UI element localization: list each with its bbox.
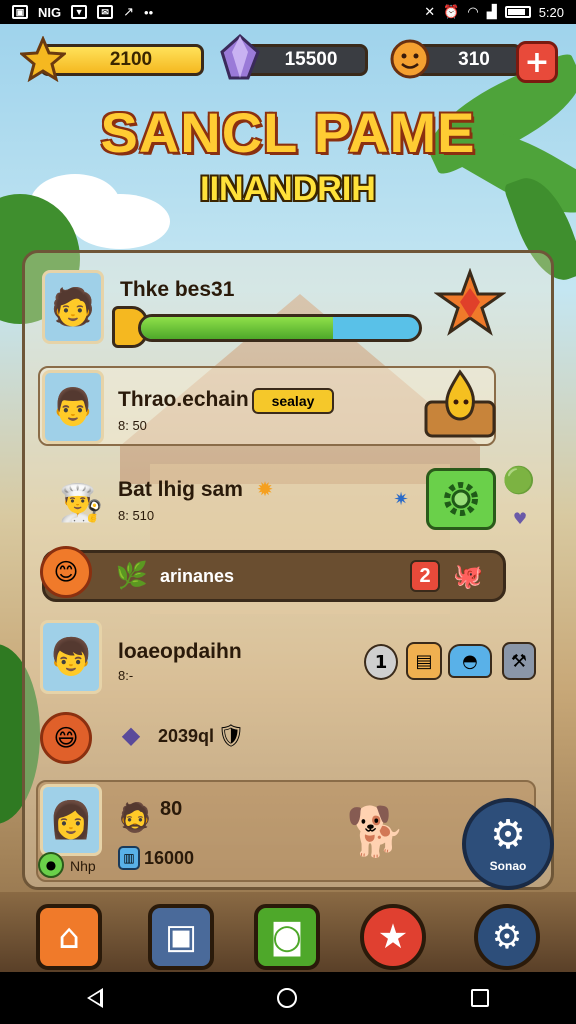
flower-badge-icon-2: 😄 <box>40 712 92 764</box>
green-coin-icon: ● <box>38 852 64 878</box>
man-avatar-icon: 🧔 <box>117 800 153 834</box>
gear-small-icon: ✷ <box>393 488 409 510</box>
character-avatar-2: 👦 <box>40 620 102 694</box>
system-nav-bar <box>0 972 576 1024</box>
tool-icon[interactable]: ⚒ <box>502 642 536 680</box>
home-circle-icon[interactable] <box>277 988 297 1008</box>
count-badge-text: 2 <box>419 564 431 587</box>
nav-shop-button[interactable]: ◙ <box>254 904 320 970</box>
signal-icon: ▟ <box>486 4 497 19</box>
fire-basket-icon[interactable] <box>420 366 500 442</box>
dog-icon[interactable]: 🐕 <box>346 796 406 866</box>
gear-icon: ⚙ <box>491 917 523 957</box>
gem-icon <box>218 34 262 82</box>
green-slime-icon: 🟢 <box>502 466 536 496</box>
more-dots-icon: •• <box>144 4 154 20</box>
wifi-icon: ◠ <box>467 4 479 19</box>
player-avatar[interactable]: 🧑 <box>42 270 104 344</box>
face-icon <box>388 36 432 82</box>
heart-icon: ♥ <box>512 508 528 528</box>
message-icon: ▼ <box>71 5 88 19</box>
gold-star-icon <box>20 36 66 82</box>
chest-icon[interactable]: ▤ <box>406 642 442 680</box>
backpack-icon: ▣ <box>164 917 198 957</box>
xp-progress-fill <box>141 317 333 339</box>
settings-button[interactable]: ⚙ Sonao <box>462 798 554 890</box>
nav-achievements-button[interactable]: ★ <box>360 904 426 970</box>
home-icon: ⌂ <box>58 917 80 957</box>
lives-value: 310 <box>458 49 490 70</box>
mail-icon: ✉ <box>97 5 114 19</box>
sun-icon: ✹ <box>256 477 274 501</box>
missed-call-icon: ↗ <box>123 4 135 19</box>
purple-creature-icon: ◆ <box>121 721 141 749</box>
pink-creature-icon: 🐙 <box>453 562 483 590</box>
bag-icon: ◙ <box>270 917 304 957</box>
row-2-sub: 8: 50 <box>118 418 147 433</box>
gold-value: 2100 <box>109 49 153 70</box>
row-5-sub: 8:- <box>118 668 134 683</box>
status-bar: ▣ NIG ▼ ✉ ↗ •• ✕ ⏰ ◠ ▟ 5:20 <box>0 0 576 24</box>
star-gem-icon[interactable] <box>434 268 506 340</box>
gear-icon: ⚙ <box>490 812 526 858</box>
row-3-label: Bat lhig sam <box>118 478 243 501</box>
status-text-nig: NIG <box>38 4 62 20</box>
row-2-badge-text: sealay <box>271 393 315 409</box>
water-jar-icon: ▥ <box>118 846 140 870</box>
character-avatar: 👨 <box>42 370 104 444</box>
character-avatar-3: 👩 <box>40 784 102 856</box>
avatar-caption: Nhp <box>70 858 96 874</box>
battery-icon <box>504 6 531 18</box>
settings-gear-green-button[interactable] <box>426 468 496 530</box>
star-icon: ★ <box>377 917 409 957</box>
back-icon[interactable] <box>87 988 103 1008</box>
nav-backpack-button[interactable]: ▣ <box>148 904 214 970</box>
level-counter-text: 1 <box>374 651 388 673</box>
game-subtitle: IINANDRIH <box>200 170 376 208</box>
nav-home-button[interactable]: ⌂ <box>36 904 102 970</box>
bottom-nav: ⌂ ▣ ◙ ★ ⚙ <box>0 892 576 972</box>
pot-icon[interactable]: ◓ <box>448 644 492 678</box>
add-currency-button[interactable]: + <box>516 41 558 83</box>
bottom-card <box>36 780 536 882</box>
recents-icon[interactable] <box>471 989 489 1007</box>
nfc-icon: ✕ <box>424 4 436 19</box>
flower-badge-icon: 😊 <box>40 546 92 598</box>
settings-button-label: Sonao <box>489 859 527 873</box>
nav-settings-button[interactable]: ⚙ <box>474 904 540 970</box>
row-4-label: arinanes <box>160 566 235 586</box>
alarm-icon: ⏰ <box>443 4 460 19</box>
row-2-badge: sealay <box>252 388 334 414</box>
row-7-sub: 16000 <box>144 848 195 868</box>
row-1-label: Thke bes31 <box>120 278 235 301</box>
row-3-sub: 8: 510 <box>118 508 155 523</box>
game-title: SANCL PAME <box>100 101 476 164</box>
xp-progress-bar <box>138 314 422 342</box>
chef-avatar: 👨‍🍳 <box>58 483 104 524</box>
count-badge: 2 <box>410 560 440 592</box>
row-6-label: 2039ql <box>158 726 215 746</box>
clock: 5:20 <box>538 4 564 20</box>
shield-icon: 🛡 <box>217 723 245 749</box>
leaf-icon: 🌿 <box>115 561 149 591</box>
gem-value: 15500 <box>284 49 338 70</box>
row-5-label: loaeopdaihn <box>118 640 242 663</box>
level-counter-button[interactable]: 1 <box>364 644 398 680</box>
row-2-label: Thrao.echain <box>118 388 249 411</box>
row-7-label: 80 <box>160 798 183 820</box>
gallery-icon: ▣ <box>12 5 28 19</box>
